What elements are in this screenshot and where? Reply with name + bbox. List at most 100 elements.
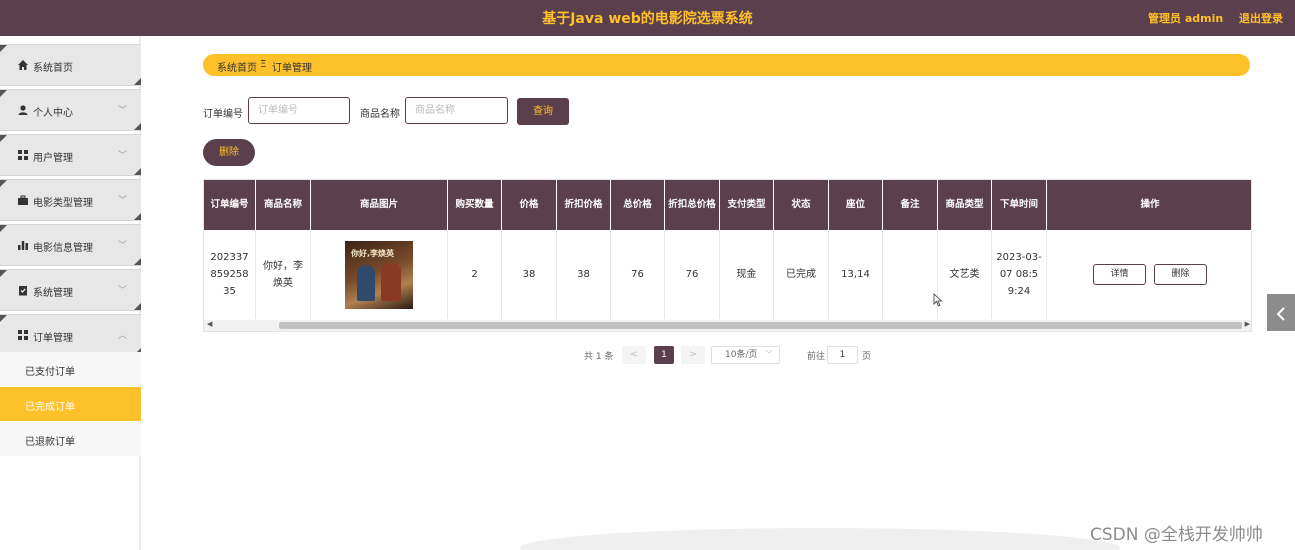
user-icon — [18, 105, 28, 115]
order-no-input[interactable] — [248, 97, 350, 124]
horizontal-scrollbar[interactable]: ◀ ▶ — [204, 320, 1251, 331]
sidebar-subitem-label: 已支付订单 — [25, 367, 75, 378]
sidebar-subitem-label: 已退款订单 — [25, 437, 75, 448]
breadcrumb-separator: Ξ — [260, 59, 267, 70]
col-header: 商品图片 — [311, 180, 448, 230]
col-header: 下单时间 — [992, 180, 1047, 230]
table-row: 20233785925835 你好，李焕英 你好,李焕英 2 38 38 76 … — [204, 230, 1251, 319]
sidebar-subitem-label: 已完成订单 — [25, 402, 75, 413]
sidebar-item-system[interactable]: 系统管理 ﹀ — [0, 269, 141, 311]
briefcase-icon — [18, 195, 28, 205]
col-header: 状态 — [774, 180, 829, 230]
mouse-cursor-icon — [933, 293, 943, 307]
col-header: 折扣价格 — [557, 180, 611, 230]
movie-poster-image[interactable]: 你好,李焕英 — [345, 240, 413, 309]
row-delete-button[interactable]: 删除 — [1154, 264, 1207, 285]
sidebar-item-users[interactable]: 用户管理 ﹀ — [0, 134, 141, 176]
cell-status: 已完成 — [774, 230, 829, 319]
chevron-down-icon: ﹀ — [765, 350, 773, 359]
chevron-up-icon: ︿ — [118, 331, 128, 341]
sidebar-item-home[interactable]: 系统首页 — [0, 44, 141, 86]
page-size-select[interactable]: 10条/页 ﹀ — [711, 346, 780, 364]
cell-total: 76 — [611, 230, 665, 319]
sidebar-item-orders[interactable]: 订单管理 ︿ — [0, 314, 141, 356]
table-header: 订单编号 商品名称 商品图片 购买数量 价格 折扣价格 总价格 折扣总价格 支付… — [204, 180, 1251, 230]
page-number-button[interactable]: 1 — [654, 346, 674, 364]
col-header: 购买数量 — [448, 180, 502, 230]
col-header: 支付类型 — [720, 180, 774, 230]
cell-product-type: 文艺类 — [938, 230, 992, 319]
sidebar-subitem-completed-orders[interactable]: 已完成订单 — [0, 387, 141, 421]
cell-discount-price: 38 — [557, 230, 611, 319]
col-header: 商品类型 — [938, 180, 992, 230]
order-no-label: 订单编号 — [203, 109, 243, 120]
home-icon — [18, 60, 28, 70]
sidebar-item-label: 用户管理 — [33, 153, 73, 164]
cell-actions: 详情 删除 — [1047, 230, 1251, 319]
sidebar-item-profile[interactable]: 个人中心 ﹀ — [0, 89, 141, 131]
cell-product-name: 你好，李焕英 — [256, 230, 311, 319]
detail-button[interactable]: 详情 — [1093, 264, 1146, 285]
page-suffix-label: 页 — [862, 352, 872, 362]
sidebar-item-label: 个人中心 — [33, 108, 73, 119]
grid-icon — [18, 330, 28, 340]
page-size-value: 10条/页 — [725, 350, 758, 360]
admin-label: 管理员 admin — [1148, 12, 1224, 25]
goto-page-input[interactable]: 1 — [827, 346, 858, 364]
product-name-input[interactable] — [405, 97, 508, 124]
scroll-left-icon[interactable]: ◀ — [207, 320, 212, 328]
top-bar: 基于Java web的电影院选票系统 管理员 admin 退出登录 — [0, 0, 1295, 36]
col-header: 订单编号 — [204, 180, 256, 230]
sidebar-subitem-refunded-orders[interactable]: 已退款订单 — [0, 422, 141, 456]
decorative-wave — [520, 528, 1120, 550]
batch-delete-button[interactable]: 删除 — [203, 139, 255, 166]
pagination-total: 共 1 条 — [584, 352, 614, 362]
cell-seat: 13,14 — [829, 230, 883, 319]
col-header: 座位 — [829, 180, 883, 230]
orders-table: 订单编号 商品名称 商品图片 购买数量 价格 折扣价格 总价格 折扣总价格 支付… — [203, 179, 1252, 332]
grid-icon — [18, 150, 28, 160]
prev-page-button[interactable]: < — [622, 346, 646, 364]
col-header: 总价格 — [611, 180, 665, 230]
sidebar: 系统首页 个人中心 ﹀ 用户管理 ﹀ 电影类型管理 ﹀ 电影信息管理 ﹀ 系统管… — [0, 36, 141, 550]
cell-pay-type: 现金 — [720, 230, 774, 319]
sidebar-item-label: 订单管理 — [33, 333, 73, 344]
col-header: 操作 — [1140, 199, 1160, 210]
col-header: 折扣总价格 — [665, 180, 720, 230]
product-name-label: 商品名称 — [360, 109, 400, 120]
chevron-down-icon: ﹀ — [118, 196, 128, 206]
chevron-left-icon — [1276, 306, 1285, 321]
breadcrumb-home[interactable]: 系统首页 — [217, 59, 257, 74]
next-page-button[interactable]: > — [681, 346, 705, 364]
cell-product-image: 你好,李焕英 — [311, 230, 448, 319]
chevron-down-icon: ﹀ — [118, 241, 128, 251]
cell-price: 38 — [502, 230, 557, 319]
app-title: 基于Java web的电影院选票系统 — [542, 11, 753, 27]
query-button[interactable]: 查询 — [517, 98, 569, 125]
sidebar-item-movie-types[interactable]: 电影类型管理 ﹀ — [0, 179, 141, 221]
breadcrumb: 系统首页 Ξ 订单管理 — [203, 54, 1250, 76]
sidebar-item-label: 系统管理 — [33, 288, 73, 299]
cell-remark — [883, 230, 938, 319]
col-header: 价格 — [502, 180, 557, 230]
clipboard-check-icon — [19, 286, 27, 296]
chevron-down-icon: ﹀ — [118, 286, 128, 296]
cell-discount-total: 76 — [665, 230, 720, 319]
bar-chart-icon — [18, 241, 28, 250]
goto-label: 前往 — [807, 352, 826, 362]
poster-title: 你好,李焕英 — [351, 248, 395, 258]
cell-order-no: 20233785925835 — [204, 230, 256, 319]
breadcrumb-current: 订单管理 — [272, 63, 312, 74]
sidebar-item-movie-info[interactable]: 电影信息管理 ﹀ — [0, 224, 141, 266]
side-panel-toggle[interactable] — [1267, 294, 1295, 331]
sidebar-subitem-paid-orders[interactable]: 已支付订单 — [0, 352, 141, 386]
cell-order-time: 2023-03-07 08:59:24 — [992, 230, 1047, 319]
sidebar-item-label: 系统首页 — [33, 63, 73, 74]
chevron-down-icon: ﹀ — [118, 106, 128, 116]
scrollbar-thumb[interactable] — [279, 322, 1242, 329]
logout-link[interactable]: 退出登录 — [1239, 10, 1283, 26]
cell-quantity: 2 — [448, 230, 502, 319]
scroll-right-icon[interactable]: ▶ — [1245, 320, 1250, 328]
col-header: 商品名称 — [256, 180, 311, 230]
sidebar-item-label: 电影类型管理 — [33, 198, 93, 209]
